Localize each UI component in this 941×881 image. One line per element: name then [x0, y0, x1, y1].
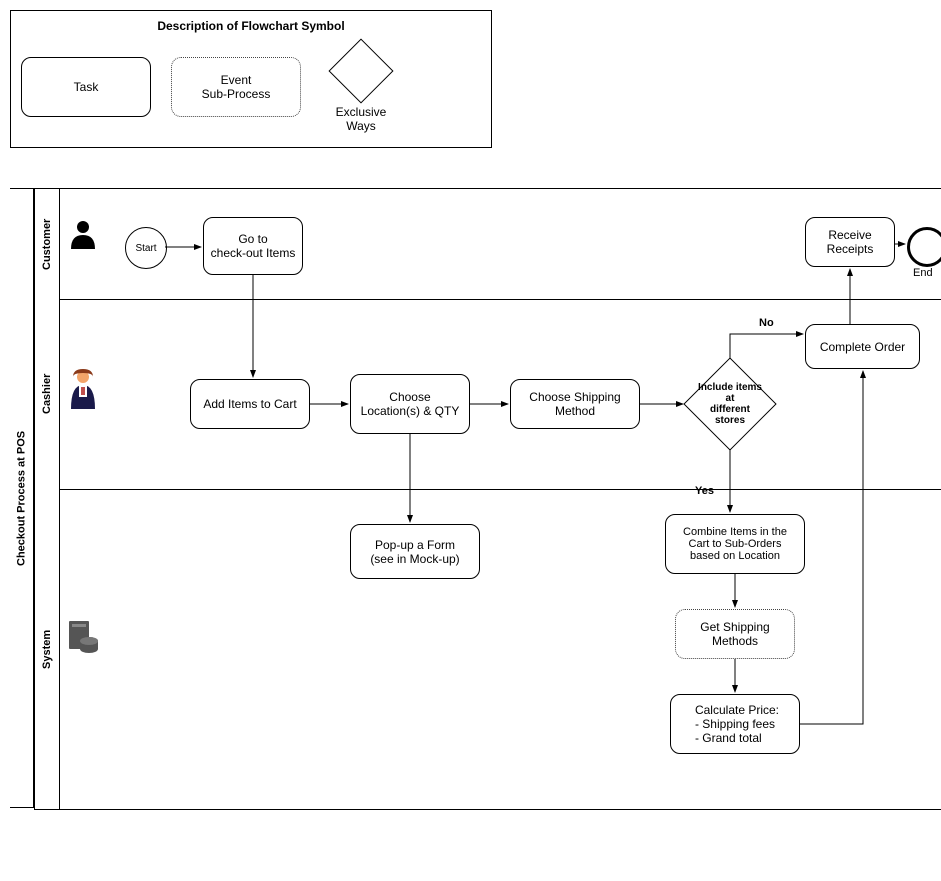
legend-subprocess: Event Sub-Process: [171, 57, 301, 117]
goto-checkout-task: Go to check-out Items: [203, 217, 303, 275]
legend-diamond-shape: [328, 38, 393, 103]
lane-divider-2: [59, 489, 941, 490]
combine-items-label: Combine Items in the Cart to Sub-Orders …: [683, 526, 787, 562]
lane-customer-text: Customer: [41, 218, 53, 269]
legend-exclusive: Exclusive Ways: [321, 41, 401, 133]
popup-form-task: Pop-up a Form (see in Mock-up): [350, 524, 480, 579]
calc-price-task: Calculate Price: - Shipping fees - Grand…: [670, 694, 800, 754]
legend-row: Task Event Sub-Process Exclusive Ways: [21, 41, 481, 133]
lane-customer-label: Customer: [35, 189, 59, 299]
decision-label: Include items at different stores: [698, 382, 762, 426]
calc-price-label: Calculate Price: - Shipping fees - Grand…: [695, 703, 779, 745]
legend-exclusive-label: Exclusive Ways: [336, 105, 387, 133]
complete-order-task: Complete Order: [805, 324, 920, 369]
decision-gateway: Include items at different stores: [685, 359, 775, 449]
legend-box: Description of Flowchart Symbol Task Eve…: [10, 10, 492, 148]
popup-form-label: Pop-up a Form (see in Mock-up): [370, 538, 459, 566]
lane-system-label: System: [35, 489, 59, 809]
choose-shipping-label: Choose Shipping Method: [529, 390, 620, 418]
label-column-border: [59, 189, 60, 809]
start-event: Start: [125, 227, 167, 269]
pool-title: Checkout Process at POS: [10, 188, 34, 808]
system-icon: [67, 619, 99, 653]
get-shipping-label: Get Shipping Methods: [700, 620, 769, 648]
receive-receipts-label: Receive Receipts: [827, 228, 874, 256]
swimlane-pool: Customer Cashier System Start Go to chec…: [34, 188, 941, 810]
choose-location-label: Choose Location(s) & QTY: [361, 390, 460, 418]
choose-shipping-task: Choose Shipping Method: [510, 379, 640, 429]
legend-subprocess-shape: Event Sub-Process: [171, 57, 301, 117]
arrows-layer: [35, 189, 941, 809]
legend-title: Description of Flowchart Symbol: [21, 19, 481, 33]
end-label: End: [913, 267, 933, 279]
combine-items-task: Combine Items in the Cart to Sub-Orders …: [665, 514, 805, 574]
lane-system-text: System: [41, 629, 53, 668]
legend-task-label: Task: [74, 80, 99, 94]
pool-title-text: Checkout Process at POS: [16, 430, 28, 565]
lane-cashier-label: Cashier: [35, 299, 59, 489]
legend-subprocess-label: Event Sub-Process: [202, 73, 271, 101]
choose-location-task: Choose Location(s) & QTY: [350, 374, 470, 434]
get-shipping-subprocess: Get Shipping Methods: [675, 609, 795, 659]
customer-icon: [69, 219, 97, 249]
edge-yes-label: Yes: [695, 485, 714, 497]
add-items-label: Add Items to Cart: [203, 397, 296, 411]
add-items-task: Add Items to Cart: [190, 379, 310, 429]
end-event: [907, 227, 941, 267]
edge-no-label: No: [759, 317, 774, 329]
legend-task: Task: [21, 57, 151, 117]
goto-checkout-label: Go to check-out Items: [211, 232, 296, 260]
start-label: Start: [135, 243, 156, 254]
cashier-icon: [67, 369, 99, 409]
lane-cashier-text: Cashier: [41, 374, 53, 414]
complete-order-label: Complete Order: [820, 340, 905, 354]
receive-receipts-task: Receive Receipts: [805, 217, 895, 267]
legend-task-shape: Task: [21, 57, 151, 117]
lane-divider-1: [59, 299, 941, 300]
